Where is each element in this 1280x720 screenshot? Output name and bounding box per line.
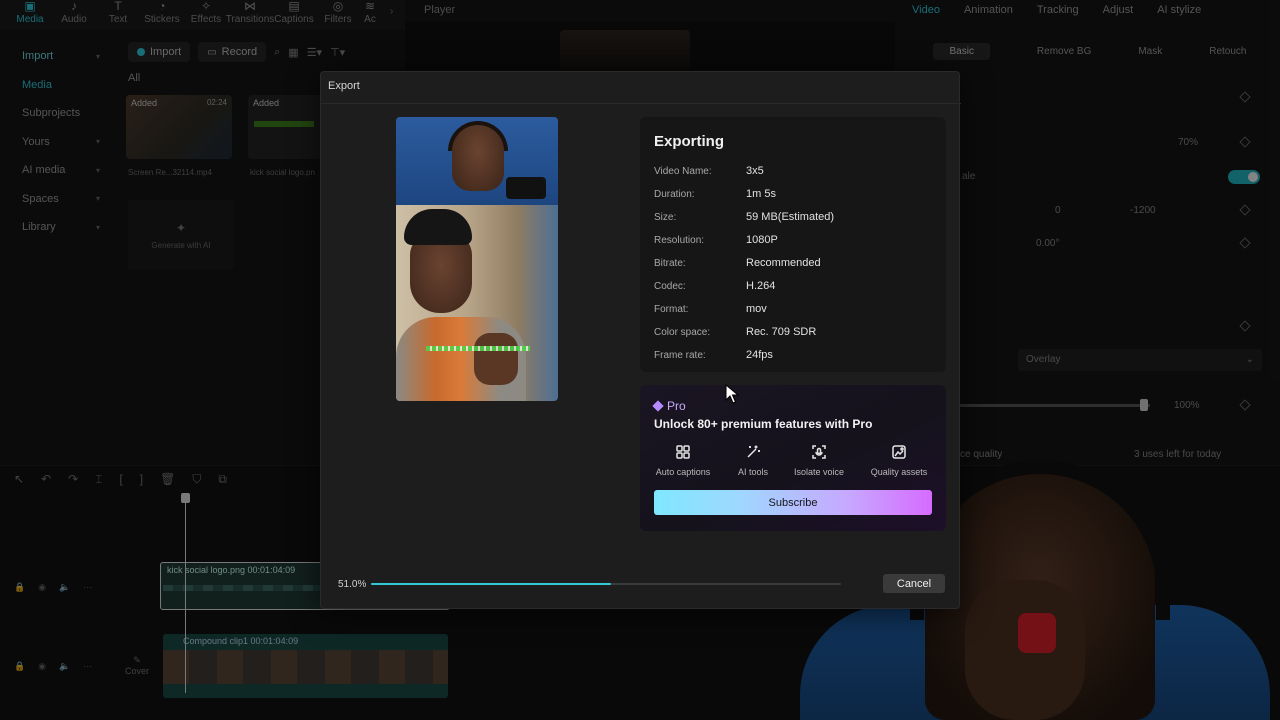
app-window: ▣ Media ♪ Audio T Text ◔ Stickers ✧ Effe… — [0, 0, 1280, 720]
pro-feature-auto-captions: Auto captions — [648, 443, 718, 477]
info-value: H.264 — [746, 280, 776, 292]
info-row-codec: Codec: H.264 — [654, 280, 934, 296]
export-status: Exporting — [654, 133, 724, 150]
pro-badge-label: Pro — [667, 399, 686, 413]
quality-assets-icon — [890, 443, 908, 461]
isolate-voice-icon — [810, 443, 828, 461]
progress-percent: 51.0% — [338, 579, 367, 590]
preview-microphone — [506, 177, 546, 199]
info-row-format: Format: mov — [654, 303, 934, 319]
info-label: Resolution: — [654, 235, 705, 246]
pro-feature-ai-tools: AI tools — [718, 443, 788, 477]
pro-feature-quality-assets: Quality assets — [864, 443, 934, 477]
progress-fill — [371, 583, 611, 585]
info-row-frame-rate: Frame rate: 24fps — [654, 349, 934, 365]
info-value: 1080P — [746, 234, 778, 246]
info-label: Duration: — [654, 189, 695, 200]
export-info-card: Exporting Video Name: 3x5 Duration: 1m 5… — [640, 117, 946, 372]
preview-face — [452, 125, 504, 191]
info-value: 1m 5s — [746, 188, 776, 200]
info-label: Color space: — [654, 327, 711, 338]
info-value: 3x5 — [746, 165, 764, 177]
feature-label: Auto captions — [655, 467, 711, 477]
feature-label: Quality assets — [870, 467, 928, 477]
feature-label: Isolate voice — [793, 467, 845, 477]
dialog-divider — [321, 103, 961, 104]
info-label: Frame rate: — [654, 350, 706, 361]
info-row-duration: Duration: 1m 5s — [654, 188, 934, 204]
subscribe-button[interactable]: Subscribe — [654, 490, 932, 515]
info-label: Codec: — [654, 281, 686, 292]
pro-headline: Unlock 80+ premium features with Pro — [654, 417, 873, 431]
cancel-button[interactable]: Cancel — [883, 574, 945, 593]
feature-label: AI tools — [737, 467, 768, 477]
ai-tools-icon — [744, 443, 762, 461]
info-value: 24fps — [746, 349, 773, 361]
preview-caption-overlay — [426, 346, 530, 351]
pro-badge: Pro — [652, 399, 686, 413]
info-row-size: Size: 59 MB(Estimated) — [654, 211, 934, 227]
preview-face — [410, 233, 472, 313]
auto-captions-icon — [674, 443, 692, 461]
info-label: Bitrate: — [654, 258, 686, 269]
info-row-resolution: Resolution: 1080P — [654, 234, 934, 250]
info-value: mov — [746, 303, 767, 315]
preview-hand — [474, 333, 518, 385]
info-label: Size: — [654, 212, 677, 223]
info-value: Rec. 709 SDR — [746, 326, 817, 338]
dialog-title: Export — [328, 80, 360, 92]
export-dialog: Export Exporting Video Name: 3x5 Duratio… — [320, 71, 961, 609]
export-progress-bar — [371, 583, 841, 585]
info-label: Video Name: — [654, 166, 712, 177]
pro-feature-isolate-voice: Isolate voice — [784, 443, 854, 477]
export-preview — [396, 117, 558, 401]
pro-upsell-card: Pro Unlock 80+ premium features with Pro… — [640, 385, 946, 531]
info-value: 59 MB(Estimated) — [746, 211, 835, 223]
diamond-icon — [652, 400, 664, 412]
info-row-bitrate: Bitrate: Recommended — [654, 257, 934, 273]
info-row-video-name: Video Name: 3x5 — [654, 165, 934, 181]
info-row-color-space: Color space: Rec. 709 SDR — [654, 326, 934, 342]
info-label: Format: — [654, 304, 689, 315]
info-value: Recommended — [746, 257, 821, 269]
